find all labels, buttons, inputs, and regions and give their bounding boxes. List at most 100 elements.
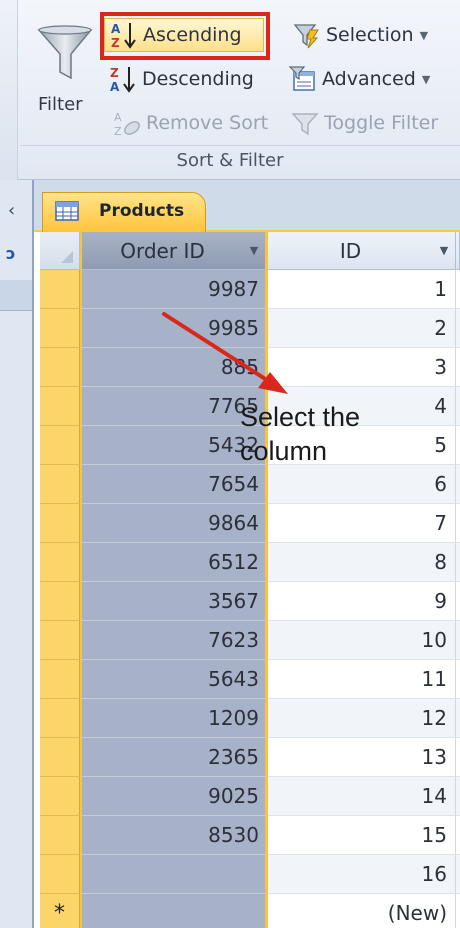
table-row[interactable]: 7654 6 (40, 465, 460, 504)
order-id-cell[interactable]: 7654 (80, 465, 268, 504)
table-row[interactable]: 5432 5 (40, 426, 460, 465)
nav-search-icon[interactable]: ↄ (6, 244, 15, 263)
id-cell[interactable]: 13 (268, 738, 456, 777)
row-selector[interactable] (40, 777, 80, 816)
row-selector[interactable] (40, 309, 80, 348)
row-selector[interactable] (40, 387, 80, 426)
order-id-cell[interactable]: 8530 (80, 816, 268, 855)
next-column-cell[interactable] (456, 426, 460, 465)
table-row[interactable]: 7765 4 (40, 387, 460, 426)
table-row[interactable]: 7623 10 (40, 621, 460, 660)
next-column-cell[interactable] (456, 816, 460, 855)
table-row[interactable]: 9985 2 (40, 309, 460, 348)
row-selector[interactable] (40, 504, 80, 543)
next-column-cell[interactable] (456, 855, 460, 894)
new-record-asterisk-icon[interactable]: * (40, 894, 80, 928)
column-header-next[interactable] (456, 232, 460, 270)
descending-button[interactable]: Z A Descending (104, 62, 274, 96)
table-row[interactable]: 2365 13 (40, 738, 460, 777)
id-cell[interactable]: (New) (268, 894, 456, 928)
order-id-cell[interactable]: 6512 (80, 543, 268, 582)
navigation-pane-strip[interactable]: ‹ ↄ (0, 180, 34, 928)
id-cell[interactable]: 15 (268, 816, 456, 855)
next-column-cell[interactable] (456, 660, 460, 699)
row-selector[interactable] (40, 738, 80, 777)
next-column-cell[interactable] (456, 621, 460, 660)
table-row[interactable]: 16 (40, 855, 460, 894)
chevron-down-icon[interactable]: ▼ (433, 244, 455, 257)
row-selector[interactable] (40, 426, 80, 465)
advanced-button[interactable]: Advanced ▼ (288, 62, 458, 96)
order-id-cell[interactable]: 3567 (80, 582, 268, 621)
order-id-cell[interactable]: 1209 (80, 699, 268, 738)
next-column-cell[interactable] (456, 894, 460, 928)
table-row[interactable]: 1209 12 (40, 699, 460, 738)
row-selector[interactable] (40, 543, 80, 582)
table-row[interactable]: 885 3 (40, 348, 460, 387)
select-all-button[interactable] (40, 232, 80, 270)
nav-pane-tab[interactable] (0, 280, 32, 311)
order-id-cell[interactable]: 885 (80, 348, 268, 387)
next-column-cell[interactable] (456, 270, 460, 309)
table-row[interactable]: 8530 15 (40, 816, 460, 855)
chevron-left-icon[interactable]: ‹ (8, 200, 15, 221)
next-column-cell[interactable] (456, 504, 460, 543)
filter-button[interactable]: Filter (28, 18, 102, 128)
next-column-cell[interactable] (456, 465, 460, 504)
id-cell[interactable]: 3 (268, 348, 456, 387)
next-column-cell[interactable] (456, 348, 460, 387)
remove-sort-button[interactable]: A Z Remove Sort (112, 106, 282, 140)
id-cell[interactable]: 16 (268, 855, 456, 894)
order-id-cell[interactable] (80, 894, 268, 928)
table-row[interactable]: 9025 14 (40, 777, 460, 816)
next-column-cell[interactable] (456, 738, 460, 777)
row-selector[interactable] (40, 699, 80, 738)
order-id-cell[interactable]: 5643 (80, 660, 268, 699)
selection-button[interactable]: Selection ▼ (292, 18, 452, 52)
id-cell[interactable]: 2 (268, 309, 456, 348)
next-column-cell[interactable] (456, 387, 460, 426)
row-selector[interactable] (40, 855, 80, 894)
tab-products[interactable]: Products (42, 192, 206, 232)
row-selector[interactable] (40, 660, 80, 699)
column-header-order-id[interactable]: Order ID ▼ (80, 232, 268, 270)
order-id-cell[interactable]: 2365 (80, 738, 268, 777)
table-row[interactable]: 5643 11 (40, 660, 460, 699)
order-id-cell[interactable]: 7623 (80, 621, 268, 660)
id-cell[interactable]: 10 (268, 621, 456, 660)
order-id-cell[interactable] (80, 855, 268, 894)
id-cell[interactable]: 11 (268, 660, 456, 699)
order-id-cell[interactable]: 9864 (80, 504, 268, 543)
table-row[interactable]: 9864 7 (40, 504, 460, 543)
order-id-cell[interactable]: 9985 (80, 309, 268, 348)
row-selector[interactable] (40, 621, 80, 660)
next-column-cell[interactable] (456, 699, 460, 738)
id-cell[interactable]: 9 (268, 582, 456, 621)
next-column-cell[interactable] (456, 309, 460, 348)
column-header-id[interactable]: ID ▼ (268, 232, 456, 270)
row-selector[interactable] (40, 270, 80, 309)
next-column-cell[interactable] (456, 777, 460, 816)
table-row[interactable]: 9987 1 (40, 270, 460, 309)
table-row[interactable]: 3567 9 (40, 582, 460, 621)
id-cell[interactable]: 1 (268, 270, 456, 309)
row-selector[interactable] (40, 465, 80, 504)
order-id-cell[interactable]: 9987 (80, 270, 268, 309)
id-cell[interactable]: 14 (268, 777, 456, 816)
table-row[interactable]: 6512 8 (40, 543, 460, 582)
order-id-cell[interactable]: 9025 (80, 777, 268, 816)
id-cell[interactable]: 8 (268, 543, 456, 582)
order-id-cell[interactable]: 5432 (80, 426, 268, 465)
id-cell[interactable]: 4 (268, 387, 456, 426)
toggle-filter-button[interactable]: Toggle Filter (290, 106, 460, 140)
row-selector[interactable] (40, 816, 80, 855)
next-column-cell[interactable] (456, 543, 460, 582)
id-cell[interactable]: 7 (268, 504, 456, 543)
next-column-cell[interactable] (456, 582, 460, 621)
id-cell[interactable]: 5 (268, 426, 456, 465)
row-selector[interactable] (40, 582, 80, 621)
chevron-down-icon[interactable]: ▼ (243, 244, 265, 257)
id-cell[interactable]: 6 (268, 465, 456, 504)
order-id-cell[interactable]: 7765 (80, 387, 268, 426)
row-selector[interactable] (40, 348, 80, 387)
